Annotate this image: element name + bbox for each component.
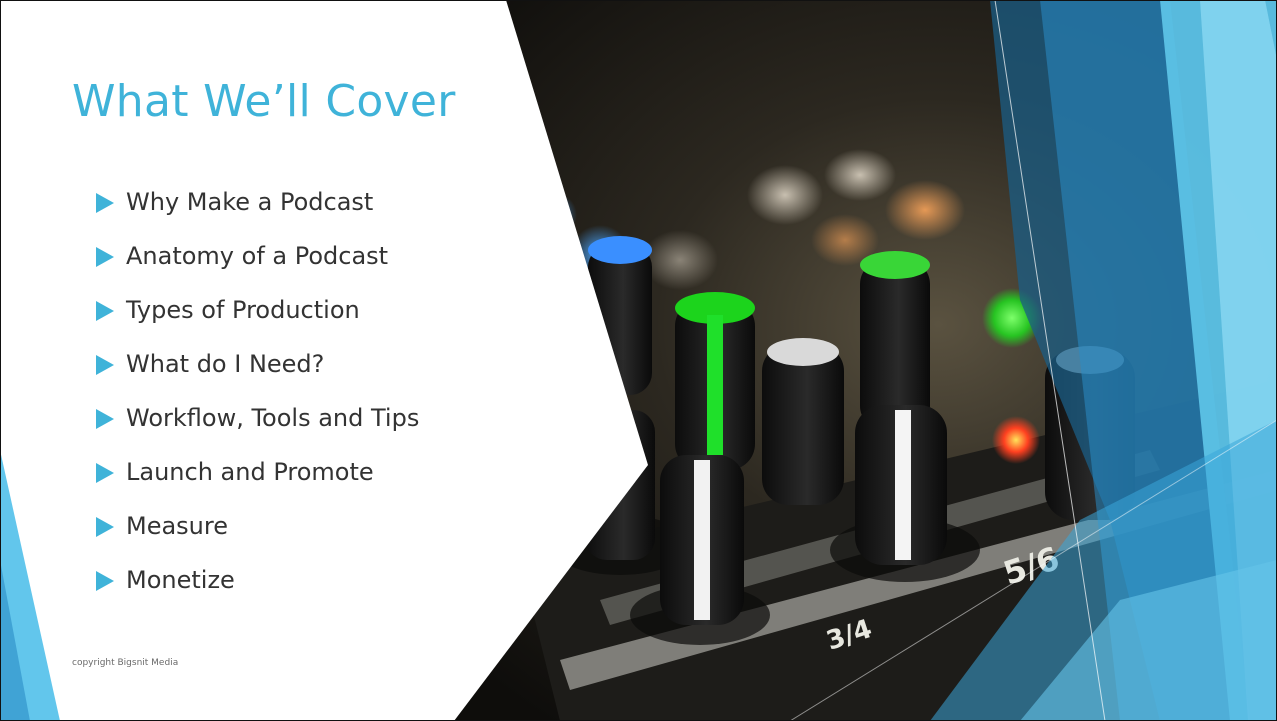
agenda-item: Measure	[96, 510, 456, 543]
agenda-item: What do I Need?	[96, 348, 456, 381]
agenda-item: Workflow, Tools and Tips	[96, 402, 426, 435]
slide: 3/4 5/6 What We’ll Cover Why Make a Podc…	[0, 0, 1277, 721]
agenda-item: Types of Production	[96, 294, 456, 327]
triangle-bullet-icon	[96, 301, 114, 321]
agenda-item-label: Anatomy of a Podcast	[126, 242, 389, 270]
triangle-bullet-icon	[96, 193, 114, 213]
triangle-bullet-icon	[96, 571, 114, 591]
triangle-bullet-icon	[96, 355, 114, 375]
agenda-item-label: Measure	[126, 512, 228, 540]
triangle-bullet-icon	[96, 517, 114, 537]
agenda-item: Anatomy of a Podcast	[96, 240, 456, 273]
agenda-list: Why Make a Podcast Anatomy of a Podcast …	[96, 186, 456, 618]
triangle-bullet-icon	[96, 247, 114, 267]
copyright-footer: copyright Bigsnit Media	[72, 658, 179, 668]
agenda-item: Monetize	[96, 564, 456, 597]
agenda-item-label: Why Make a Podcast	[126, 188, 374, 216]
agenda-item: Why Make a Podcast	[96, 186, 456, 219]
agenda-item-label: Types of Production	[126, 296, 360, 324]
agenda-item-label: Launch and Promote	[126, 458, 374, 486]
slide-title: What We’ll Cover	[72, 76, 456, 127]
triangle-bullet-icon	[96, 463, 114, 483]
agenda-item-label: Workflow, Tools and Tips	[126, 404, 420, 432]
agenda-item: Launch and Promote	[96, 456, 456, 489]
agenda-item-label: What do I Need?	[126, 350, 325, 378]
triangle-bullet-icon	[96, 409, 114, 429]
agenda-item-label: Monetize	[126, 566, 235, 594]
